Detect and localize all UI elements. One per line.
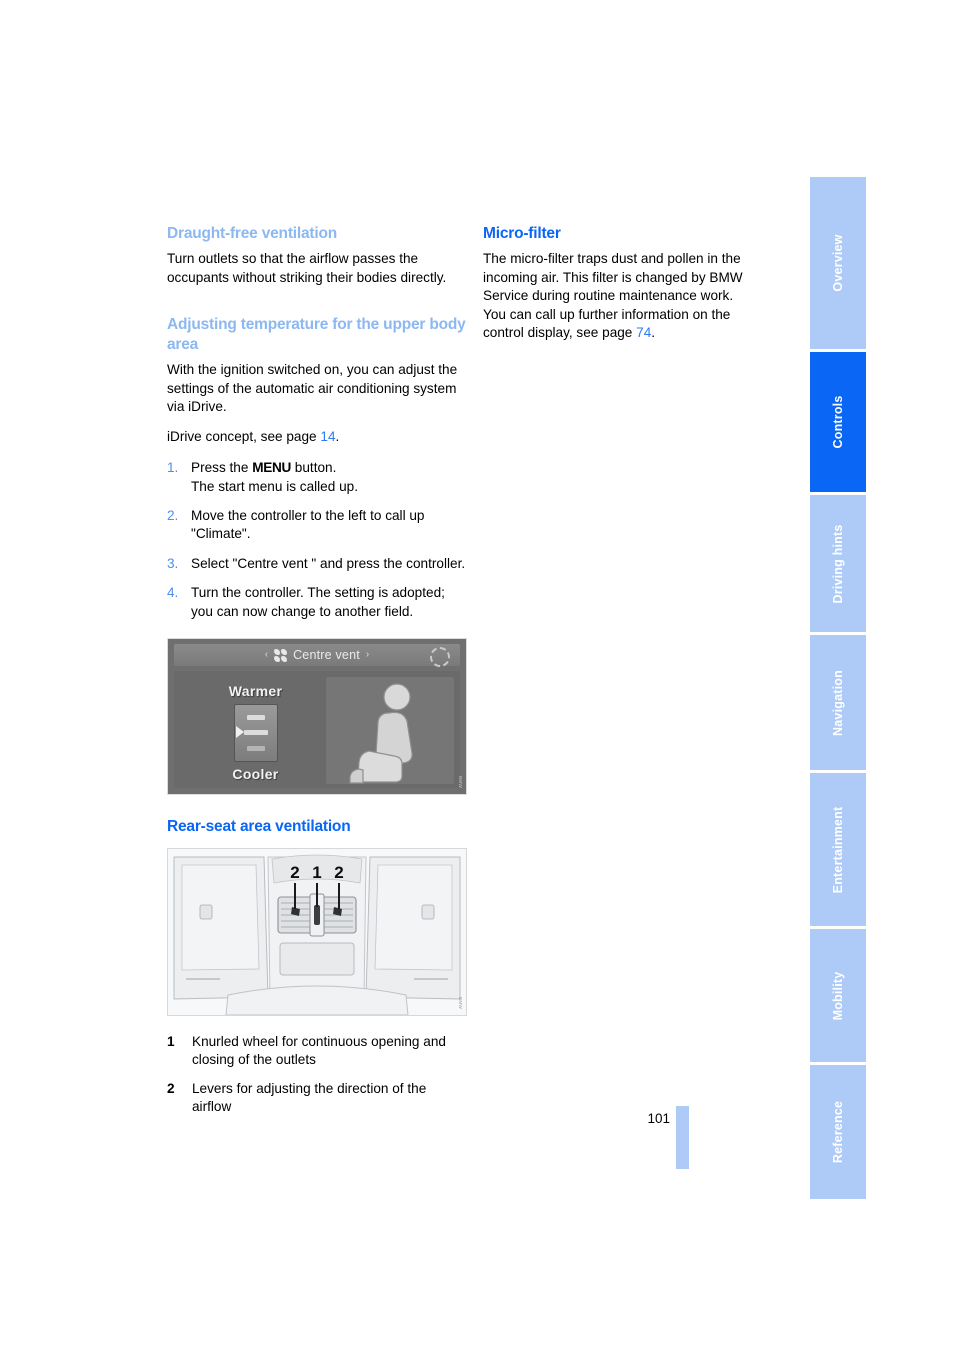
callout-2-left: 2 [290,863,299,882]
cross-reference-text-before: You can call up further information on t… [483,306,731,341]
legend-text-2: Levers for adjusting the direction of th… [192,1080,427,1115]
page-link-14[interactable]: 14 [320,429,335,444]
step-number-4: 4. [167,585,179,601]
rotate-icon [430,647,450,668]
step-number-1: 1. [167,460,179,476]
chevron-left-icon: ‹ [264,649,269,661]
step-text-4: Turn the controller. The setting is adop… [191,585,445,619]
tab-overview[interactable]: Overview [810,177,866,349]
figure-watermark: BMW [458,776,463,789]
label-cooler: Cooler [232,766,279,783]
legend-text-1: Knurled wheel for continuous opening and… [192,1033,446,1068]
tab-label-driving-hints: Driving hints [831,524,845,603]
step-text-1-continuation: The start menu is called up. [191,478,358,494]
temperature-slider-icon [233,704,278,763]
tab-label-entertainment: Entertainment [831,806,845,893]
paragraph-micro-filter: The micro-filter traps dust and pollen i… [483,251,743,304]
section-heading-adjusting-temperature: Adjusting temperature for the upper body… [167,316,466,353]
cross-reference-text-after: . [335,428,340,444]
page-link-74[interactable]: 74 [636,325,651,340]
tab-navigation[interactable]: Navigation [810,635,866,770]
tab-label-reference: Reference [831,1100,845,1164]
fan-icon [274,648,288,662]
left-column: Draught-free ventilation Turn outlets so… [167,224,467,1127]
paragraph-draught-free-ventilation: Turn outlets so that the airflow passes … [167,251,447,285]
rear-vent-illustration: 2 1 2 [168,848,466,1015]
label-warmer: Warmer [228,683,283,700]
step-text-2: Move the controller to the left to call … [191,508,425,542]
tab-reference[interactable]: Reference [810,1065,866,1199]
figure-watermark: BMW [458,996,463,1009]
step-text-1-after: button. [291,460,337,476]
cross-reference-idrive-concept: iDrive concept, see page 14. [167,428,467,446]
step-text-3: Select "Centre vent " and press the cont… [191,555,466,571]
step-number-3: 3. [167,555,179,571]
legend-item-2: 2 Levers for adjusting the direction of t… [167,1080,467,1117]
figure-idrive-centre-vent-screen: ‹ Centre vent › Warmer Cooler BMW [167,638,467,796]
legend-item-1: 1 Knurled wheel for continuous opening an… [167,1033,467,1070]
figure-rear-seat-vents: 2 1 2 BMW [167,847,467,1016]
idrive-screen-body: Warmer Cooler [174,671,460,789]
tab-driving-hints[interactable]: Driving hints [810,495,866,632]
step-item-2: 2. Move the controller to the left to cal… [167,507,467,544]
menu-button-key: MENU [252,460,292,476]
cross-reference-text-after: . [651,325,656,341]
tab-mobility[interactable]: Mobility [810,929,866,1062]
tab-label-overview: Overview [831,234,845,292]
callout-2-right: 2 [334,863,343,882]
step-item-4: 4. Turn the controller. The setting is ad… [167,584,467,621]
section-heading-micro-filter: Micro-filter [483,225,561,242]
section-heading-rear-seat-ventilation: Rear-seat area ventilation [167,818,351,836]
tab-label-mobility: Mobility [831,971,845,1020]
tab-label-controls: Controls [831,395,845,449]
step-text-1-before: Press the [191,460,253,476]
step-number-2: 2. [167,508,179,523]
tab-label-navigation: Navigation [831,669,845,736]
step-item-3: 3. Select "Centre vent " and press the co… [167,555,467,573]
legend-key-1: 1 [167,1033,175,1049]
step-list-adjusting-temperature: 1. Press the MENU button. The start menu i… [167,459,467,621]
section-heading-draught-free-ventilation: Draught-free ventilation [167,225,338,242]
temperature-slider-group: Warmer Cooler [198,683,313,782]
seat-preview-panel [326,677,454,785]
callout-1: 1 [312,863,321,882]
figure-legend: 1 Knurled wheel for continuous opening an… [167,1033,467,1117]
paragraph-adjusting-temperature: With the ignition switched on, you can a… [167,362,458,415]
page-edge-marker [676,1106,689,1169]
manual-page: Draught-free ventilation Turn outlets so… [0,0,954,1351]
cross-reference-text-before: iDrive concept, see page [167,428,321,444]
tab-controls[interactable]: Controls [810,352,866,492]
seated-occupant-icon [349,683,413,784]
chevron-right-icon: › [365,649,370,661]
step-item-1: 1. Press the MENU button. The start menu i… [167,459,467,496]
page-number: 101 [647,1111,670,1126]
right-column: Micro-filter The micro-filter traps dust… [483,224,773,356]
idrive-screen-title: Centre vent [293,648,360,663]
cross-reference-control-display: You can call up further information on t… [483,306,773,343]
idrive-title-bar: ‹ Centre vent › [174,644,460,668]
chapter-tab-rail: Overview Controls Driving hints Navigati… [810,177,866,1202]
legend-key-2: 2 [167,1080,175,1096]
tab-entertainment[interactable]: Entertainment [810,773,866,926]
